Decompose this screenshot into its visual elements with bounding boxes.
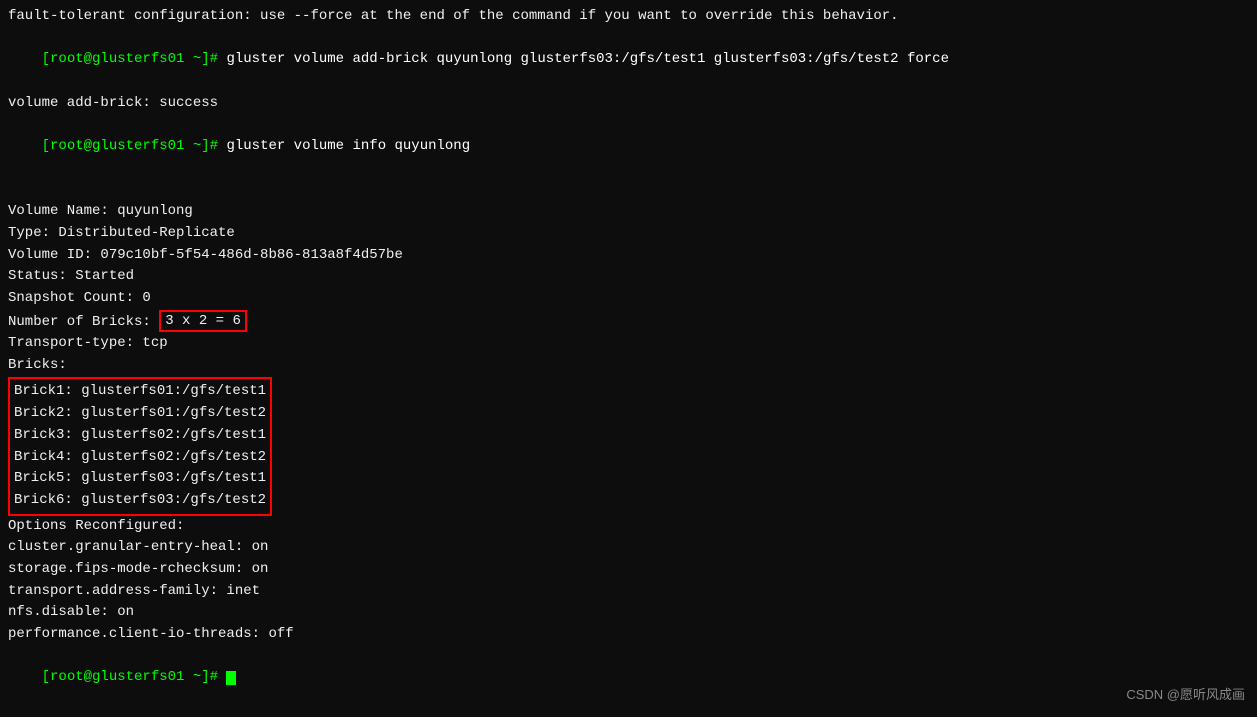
brick4: Brick4: glusterfs02:/gfs/test2 bbox=[14, 447, 266, 469]
brick3: Brick3: glusterfs02:/gfs/test1 bbox=[14, 425, 266, 447]
csdn-text: CSDN bbox=[1126, 687, 1166, 702]
watermark: CSDN @愿听风成画 bbox=[1126, 684, 1245, 703]
options-reconfigured: Options Reconfigured: bbox=[8, 516, 1249, 538]
line-add-brick-cmd: [root@glusterfs01 ~]# gluster volume add… bbox=[8, 28, 1249, 93]
line-info-cmd: [root@glusterfs01 ~]# gluster volume inf… bbox=[8, 114, 1249, 179]
cmd-add-brick: gluster volume add-brick quyunlong glust… bbox=[218, 51, 949, 67]
brick6: Brick6: glusterfs03:/gfs/test2 bbox=[14, 490, 266, 512]
volume-status: Status: Started bbox=[8, 266, 1249, 288]
volume-type: Type: Distributed-Replicate bbox=[8, 223, 1249, 245]
transport-type: Transport-type: tcp bbox=[8, 333, 1249, 355]
opt-nfs: nfs.disable: on bbox=[8, 602, 1249, 624]
line-truncated: fault-tolerant configuration: use --forc… bbox=[8, 6, 1249, 28]
volume-name: Volume Name: quyunlong bbox=[8, 201, 1249, 223]
brick5: Brick5: glusterfs03:/gfs/test1 bbox=[14, 468, 266, 490]
brick1: Brick1: glusterfs01:/gfs/test1 bbox=[14, 381, 266, 403]
opt-performance: performance.client-io-threads: off bbox=[8, 624, 1249, 646]
cursor bbox=[226, 671, 236, 685]
terminal: fault-tolerant configuration: use --forc… bbox=[0, 0, 1257, 717]
brick2: Brick2: glusterfs01:/gfs/test2 bbox=[14, 403, 266, 425]
blank-line bbox=[8, 180, 1249, 202]
volume-id: Volume ID: 079c10bf-5f54-486d-8b86-813a8… bbox=[8, 245, 1249, 267]
line-add-brick-success: volume add-brick: success bbox=[8, 93, 1249, 115]
opt-transport: transport.address-family: inet bbox=[8, 581, 1249, 603]
bricks-container: Brick1: glusterfs01:/gfs/test1 Brick2: g… bbox=[8, 377, 272, 515]
bricks-label: Bricks: bbox=[8, 355, 1249, 377]
prompt-user: root@glusterfs01 bbox=[50, 51, 184, 67]
final-prompt-line: [root@glusterfs01 ~]# bbox=[8, 646, 1249, 711]
opt-fips: storage.fips-mode-rchecksum: on bbox=[8, 559, 1249, 581]
cmd-info: gluster volume info quyunlong bbox=[218, 138, 470, 154]
prompt-bracket: [ bbox=[42, 51, 50, 67]
number-of-bricks-line: Number of Bricks: 3 x 2 = 6 bbox=[8, 310, 1249, 333]
snapshot-count: Snapshot Count: 0 bbox=[8, 288, 1249, 310]
author-text: @愿听风成画 bbox=[1167, 687, 1245, 702]
bricks-highlight: 3 x 2 = 6 bbox=[159, 310, 247, 332]
